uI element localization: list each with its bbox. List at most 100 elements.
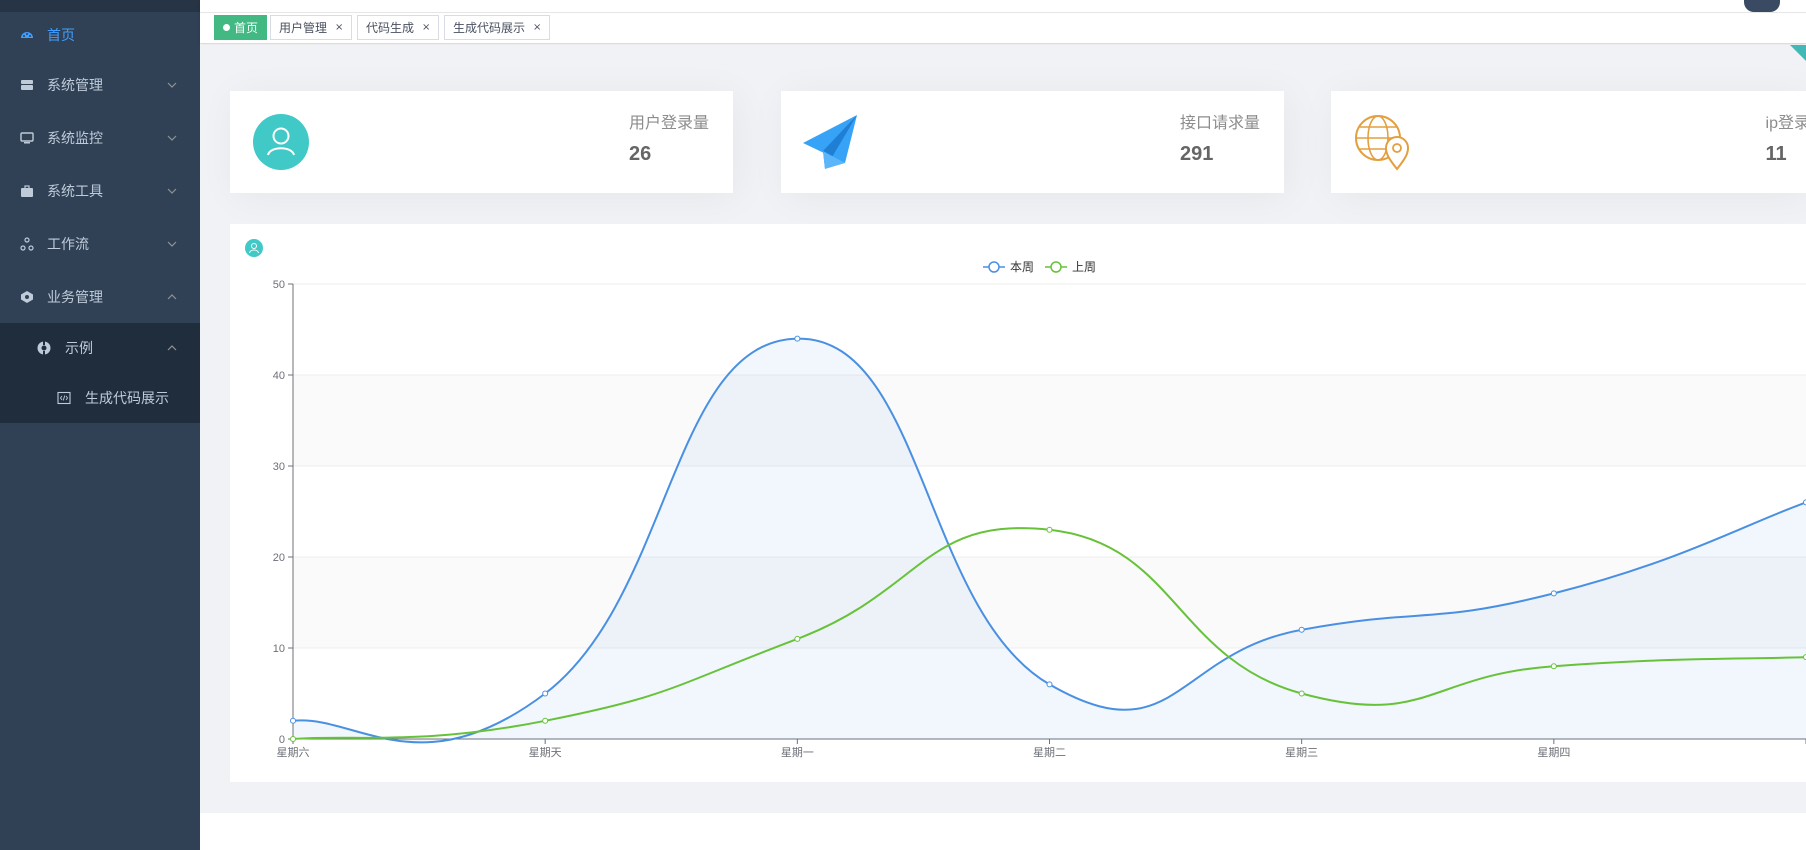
line-chart: 01020304050星期六星期天星期一星期二星期三星期四今天本周上周 (245, 239, 1806, 759)
data-point (1046, 526, 1053, 533)
tag-label: 首页 (234, 21, 259, 35)
chevron-down-icon (164, 130, 180, 146)
tag-home[interactable]: 首页 (214, 15, 268, 40)
panel-api-requests[interactable]: 接口请求量 291 (781, 91, 1284, 193)
y-tick-label: 20 (273, 552, 285, 564)
panel-value: 26 (628, 143, 652, 165)
grid-band (293, 284, 1806, 375)
y-tick-label: 30 (273, 461, 285, 473)
data-point (542, 690, 549, 697)
sidebar: 首页 系统管理 系统监控 系统工具 工作流 业务管理 示例 生成代码展示 (0, 0, 200, 850)
sidebar-item-workflow[interactable]: 工作流 (0, 217, 200, 270)
data-point (1298, 690, 1305, 697)
tool-icon (20, 184, 34, 198)
close-icon[interactable]: × (533, 22, 541, 33)
sidebar-item-system-monitor[interactable]: 系统监控 (0, 111, 200, 164)
main-container: 首页 用户管理 × 代码生成 × 生成代码展示 × 用户登录量 26 接口请求量… (200, 0, 1806, 850)
panel-desc: ip登录量 11 (1766, 115, 1806, 166)
sidebar-item-system-tools[interactable]: 系统工具 (0, 164, 200, 217)
user-icon (252, 113, 310, 171)
sidebar-item-system-management[interactable]: 系统管理 (0, 58, 200, 111)
chevron-down-icon (164, 77, 180, 93)
paper-plane-icon (801, 113, 859, 171)
tag-label: 用户管理 (279, 21, 328, 35)
y-tick-label: 0 (279, 734, 285, 746)
dashboard: 用户登录量 26 接口请求量 291 ip登录 11 0 10 20 30 40… (200, 45, 1806, 813)
panel-label: 接口请求量 (1179, 115, 1260, 132)
close-icon[interactable]: × (335, 22, 343, 33)
active-dot-icon (223, 24, 230, 31)
tag-label: 代码生成 (366, 21, 415, 35)
x-tick-label: 星期二 (1033, 746, 1066, 759)
sidebar-item-label: 业务管理 (47, 289, 103, 306)
dashboard-icon (20, 28, 34, 42)
workflow-icon (20, 236, 34, 251)
sidebar-item-label: 工作流 (47, 236, 89, 253)
legend-marker (988, 261, 1000, 273)
sidebar-item-business-management[interactable]: 业务管理 (0, 270, 200, 323)
sidebar-item-example[interactable]: 示例 (0, 323, 200, 373)
data-point (1550, 663, 1557, 670)
data-point (1046, 681, 1053, 688)
sidebar-topbar (0, 0, 200, 12)
panel-ip-logins[interactable]: ip登录量 11 (1331, 91, 1806, 193)
chevron-up-icon (164, 340, 180, 356)
y-tick-label: 40 (273, 370, 285, 382)
close-icon[interactable]: × (422, 22, 430, 33)
sidebar-item-label: 系统工具 (47, 183, 103, 200)
data-point (794, 335, 801, 342)
github-corner-icon[interactable] (1790, 45, 1806, 61)
data-point (794, 635, 801, 642)
panel-desc: 接口请求量 291 (1180, 115, 1260, 166)
legend-item: 上周 (1045, 260, 1096, 274)
tag-code-generation[interactable]: 代码生成 × (357, 15, 440, 40)
data-point (290, 717, 296, 724)
panel-desc: 用户登录量 26 (629, 115, 709, 166)
y-tick-label: 50 (273, 279, 285, 291)
line-chart-panel: 01020304050星期六星期天星期一星期二星期三星期四今天本周上周 (230, 224, 1806, 782)
tag-generated-code-display[interactable]: 生成代码展示 × (444, 15, 551, 40)
tag-label: 生成代码展示 (453, 21, 526, 35)
panel-label: ip登录量 (1765, 115, 1806, 132)
data-point (1298, 626, 1305, 633)
x-tick-label: 星期天 (529, 746, 562, 759)
y-tick-label: 10 (273, 643, 285, 655)
business-icon (20, 290, 34, 304)
data-point (1550, 590, 1557, 597)
chevron-up-icon (164, 289, 180, 305)
system-icon (20, 78, 34, 92)
legend-label: 本周 (1010, 260, 1034, 274)
data-point (542, 717, 549, 724)
sidebar-item-label: 示例 (65, 341, 93, 357)
grid-band (293, 466, 1806, 557)
chevron-down-icon (164, 236, 180, 252)
legend-label: 上周 (1072, 260, 1096, 274)
x-tick-label: 星期一 (781, 746, 814, 759)
sidebar-item-label: 首页 (47, 28, 75, 44)
sidebar-item-generated-code[interactable]: 生成代码展示 (0, 373, 200, 423)
grid-band (293, 375, 1806, 466)
panel-label: 用户登录量 (628, 115, 709, 132)
tags-view: 首页 用户管理 × 代码生成 × 生成代码展示 × (200, 0, 1806, 44)
x-tick-label: 星期三 (1285, 746, 1318, 759)
data-point (290, 736, 296, 742)
sidebar-item-home[interactable]: 首页 (0, 12, 200, 58)
monitor-icon (20, 131, 34, 145)
sidebar-item-label: 系统管理 (47, 77, 103, 94)
submenu-business: 示例 生成代码展示 (0, 323, 200, 423)
sidebar-item-label: 系统监控 (47, 130, 103, 147)
panel-value: 291 (1179, 143, 1214, 165)
code-icon (56, 390, 72, 406)
legend-marker (1050, 261, 1062, 273)
avatar[interactable] (1744, 0, 1780, 12)
x-tick-label: 星期四 (1537, 746, 1570, 759)
user-icon (245, 239, 263, 257)
tag-user-management[interactable]: 用户管理 × (270, 15, 353, 40)
x-tick-label: 星期六 (277, 746, 310, 759)
sidebar-item-label: 生成代码展示 (85, 391, 169, 407)
example-icon (36, 340, 52, 356)
panel-value: 11 (1765, 143, 1787, 165)
globe-location-icon (1353, 113, 1411, 171)
panel-user-logins[interactable]: 用户登录量 26 (230, 91, 733, 193)
legend-item: 本周 (983, 260, 1034, 274)
